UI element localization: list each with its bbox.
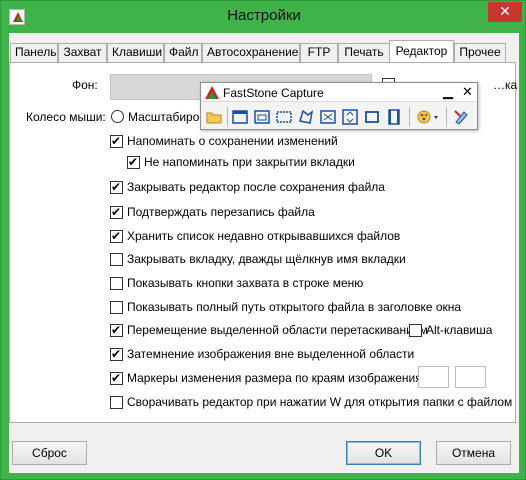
- checkbox[interactable]: [110, 179, 123, 195]
- title-bar: Настройки ✕: [1, 1, 526, 33]
- capture-rectangle-icon[interactable]: [275, 108, 293, 126]
- faststone-close-button[interactable]: ✕: [462, 84, 473, 100]
- option-label: Закрывать редактор после сохранения файл…: [127, 180, 385, 194]
- marker-size-box-1[interactable]: [418, 366, 449, 388]
- checkbox[interactable]: [110, 322, 123, 338]
- option-label: Маркеры изменения размера по краям изобр…: [127, 371, 422, 385]
- checkbox[interactable]: [110, 346, 123, 362]
- faststone-tool-row: [203, 106, 475, 128]
- checkbox[interactable]: [110, 133, 123, 149]
- option-label: Затемнение изображения вне выделенной об…: [127, 347, 415, 361]
- capture-scrolling-icon[interactable]: [341, 108, 359, 126]
- tab-print[interactable]: Печать: [338, 43, 390, 62]
- option-label: Перемещение выделенной области перетаски…: [127, 323, 428, 337]
- faststone-minimize-button[interactable]: ▁: [443, 84, 453, 100]
- checkbox[interactable]: [110, 370, 123, 386]
- settings-icon[interactable]: [452, 108, 470, 126]
- capture-fixed-region-icon[interactable]: [363, 108, 381, 126]
- capture-fullscreen-icon[interactable]: [319, 108, 337, 126]
- tab-file[interactable]: Файл: [164, 43, 202, 62]
- mouse-wheel-zoom-radio[interactable]: [111, 110, 124, 123]
- checkbox[interactable]: [127, 154, 140, 170]
- toolbar-separator: [227, 107, 228, 127]
- option-label: Alt-клавиша: [426, 323, 493, 337]
- cancel-button[interactable]: Отмена: [436, 441, 511, 465]
- tab-editor[interactable]: Редактор: [389, 40, 454, 62]
- checkbox[interactable]: [110, 301, 123, 314]
- background-label: Фон:: [72, 78, 98, 92]
- capture-active-window-icon[interactable]: [231, 108, 249, 126]
- checkbox[interactable]: [110, 277, 123, 290]
- tab-strip: Панель Захват Клавиши Файл Автосохранени…: [9, 40, 519, 62]
- capture-freehand-icon[interactable]: [297, 108, 315, 126]
- option-label: Подтверждать перезапись файла: [127, 205, 315, 219]
- option-label: Напоминать о сохранении изменений: [127, 134, 338, 148]
- checkbox[interactable]: [110, 228, 123, 244]
- capture-video-icon[interactable]: [385, 108, 403, 126]
- tab-other[interactable]: Прочее: [454, 43, 506, 62]
- capture-window-object-icon[interactable]: [253, 108, 271, 126]
- marker-size-box-2[interactable]: [455, 366, 486, 388]
- tab-autosave[interactable]: Автосохранение: [202, 43, 300, 62]
- window-title: Настройки: [227, 7, 301, 24]
- tab-panel[interactable]: Панель: [10, 43, 58, 62]
- tab-ftp[interactable]: FTP: [300, 43, 338, 62]
- tab-capture[interactable]: Захват: [58, 43, 107, 62]
- option-label: Показывать кнопки захвата в строке меню: [127, 276, 364, 290]
- settings-window: Настройки ✕ Панель Захват Клавиши Файл А…: [0, 0, 526, 480]
- faststone-title-bar[interactable]: FastStone Capture ▁ ✕: [201, 83, 477, 102]
- mouse-wheel-label: Колесо мыши:: [26, 110, 106, 124]
- option-label: Не напоминать при закрытии вкладки: [144, 155, 355, 169]
- reset-button[interactable]: Сброс: [12, 441, 87, 465]
- output-palette-icon[interactable]: [415, 108, 441, 126]
- tab-hotkeys[interactable]: Клавиши: [107, 43, 164, 62]
- checkbox[interactable]: [110, 204, 123, 220]
- ok-button[interactable]: OK: [346, 441, 421, 465]
- toolbar-separator: [446, 107, 447, 127]
- faststone-logo-icon: [205, 86, 219, 99]
- option-label: Хранить список недавно открывавшихся фай…: [127, 229, 401, 243]
- faststone-capture-toolbar: FastStone Capture ▁ ✕: [200, 82, 478, 130]
- option-label: Закрывать вкладку, дважды щёлкнув имя вк…: [127, 252, 406, 266]
- checkbox[interactable]: [110, 396, 123, 409]
- checkbox[interactable]: [110, 253, 123, 266]
- faststone-title: FastStone Capture: [223, 86, 324, 100]
- option-label: Показывать полный путь открытого файла в…: [127, 300, 462, 314]
- open-folder-icon[interactable]: [205, 108, 223, 126]
- checkbox[interactable]: [409, 324, 422, 337]
- background-checkbox-label: …ка: [493, 78, 518, 92]
- close-button[interactable]: ✕: [488, 2, 522, 22]
- toolbar-separator: [409, 107, 410, 127]
- option-label: Сворачивать редактор при нажатии W для о…: [127, 395, 513, 409]
